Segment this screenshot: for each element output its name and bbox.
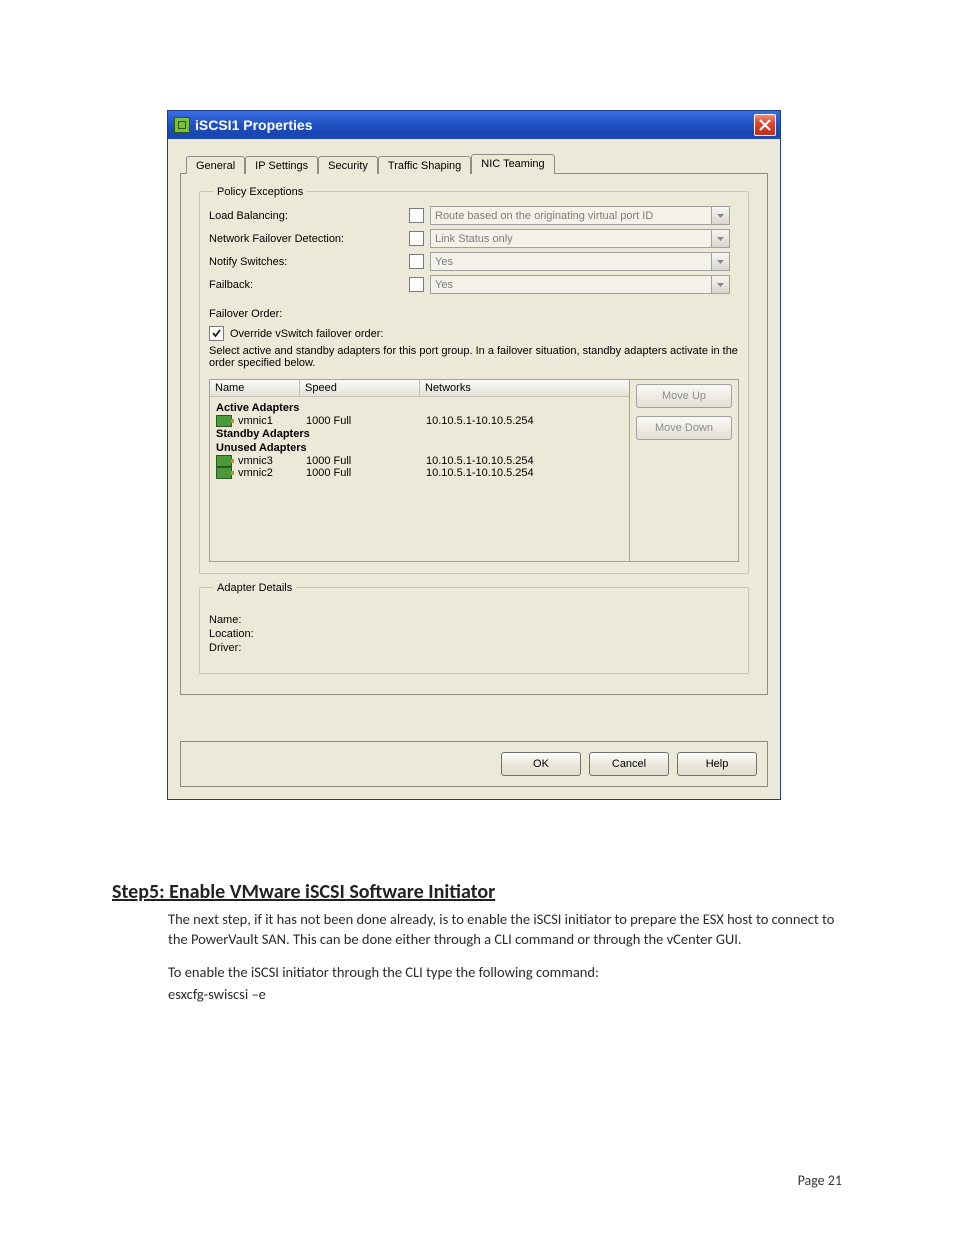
properties-dialog: iSCSI1 Properties General IP Settings Se… [167,110,781,800]
adapter-speed: 1000 Full [306,467,426,479]
tab-general[interactable]: General [186,156,245,174]
tab-nic-teaming[interactable]: NIC Teaming [471,154,554,174]
nic-icon [216,467,232,479]
page-number: Page 21 [798,1172,842,1189]
checkbox-failover-detection[interactable] [409,231,424,246]
doc-paragraph: To enable the iSCSI initiator through th… [112,963,842,983]
checkbox-notify-switches[interactable] [409,254,424,269]
group-adapter-details: Adapter Details Name: Location: Driver: [199,580,749,674]
tab-panel-nic-teaming: Policy Exceptions Load Balancing: Route … [180,173,768,695]
ok-button[interactable]: OK [501,752,581,776]
group-standby: Standby Adapters [210,427,629,441]
chevron-down-icon [711,207,729,224]
adapter-networks: 10.10.5.1-10.10.5.254 [426,455,629,467]
adapter-name: vmnic1 [238,415,306,427]
combo-failback[interactable]: Yes [430,275,730,294]
doc-heading: Step5: Enable VMware iSCSI Software Init… [112,880,842,904]
column-name[interactable]: Name [210,380,300,396]
label-failback: Failback: [209,279,409,291]
doc-command: esxcfg-swiscsi –e [112,985,842,1005]
group-policy-exceptions: Policy Exceptions Load Balancing: Route … [199,184,749,574]
combo-notify-switches-value: Yes [435,256,453,268]
adapter-speed: 1000 Full [306,415,426,427]
adapter-speed: 1000 Full [306,455,426,467]
combo-load-balancing-value: Route based on the originating virtual p… [435,210,653,222]
chevron-down-icon [711,230,729,247]
chevron-down-icon [711,253,729,270]
combo-notify-switches[interactable]: Yes [430,252,730,271]
checkbox-load-balancing[interactable] [409,208,424,223]
move-up-button[interactable]: Move Up [636,384,732,408]
tab-row: General IP Settings Security Traffic Sha… [186,153,768,173]
nic-icon [216,455,232,467]
adapter-list-body[interactable]: Active Adapters vmnic1 1000 Full 10.10.5… [210,397,629,561]
titlebar: iSCSI1 Properties [168,111,780,139]
adapter-networks: 10.10.5.1-10.10.5.254 [426,415,629,427]
move-down-button[interactable]: Move Down [636,416,732,440]
label-detail-location: Location: [209,628,289,640]
combo-failover-detection-value: Link Status only [435,233,513,245]
adapter-list-header: Name Speed Networks [210,380,629,397]
checkbox-failback[interactable] [409,277,424,292]
adapter-networks: 10.10.5.1-10.10.5.254 [426,467,629,479]
label-override: Override vSwitch failover order: [230,328,383,340]
document-body: Step5: Enable VMware iSCSI Software Init… [112,880,842,1004]
combo-failover-detection[interactable]: Link Status only [430,229,730,248]
label-load-balancing: Load Balancing: [209,210,409,222]
group-title-policy: Policy Exceptions [213,186,307,198]
column-networks[interactable]: Networks [420,380,629,396]
tab-ip-settings[interactable]: IP Settings [245,156,318,174]
adapter-row[interactable]: vmnic2 1000 Full 10.10.5.1-10.10.5.254 [210,467,629,479]
label-failover-detection: Network Failover Detection: [209,233,409,245]
adapter-row[interactable]: vmnic1 1000 Full 10.10.5.1-10.10.5.254 [210,415,629,427]
help-button[interactable]: Help [677,752,757,776]
checkbox-override[interactable] [209,326,224,341]
close-icon[interactable] [754,114,776,136]
cancel-button[interactable]: Cancel [589,752,669,776]
tab-security[interactable]: Security [318,156,378,174]
adapter-name: vmnic3 [238,455,306,467]
group-active: Active Adapters [210,401,629,415]
group-title-details: Adapter Details [213,582,296,594]
action-bar: OK Cancel Help [180,741,768,787]
label-detail-name: Name: [209,614,289,626]
window-title: iSCSI1 Properties [195,117,754,133]
label-failover-order: Failover Order: [209,308,739,320]
label-detail-driver: Driver: [209,642,289,654]
client-area: General IP Settings Security Traffic Sha… [168,139,780,799]
adapter-list: Name Speed Networks Active Adapters vmni… [209,379,739,562]
combo-load-balancing[interactable]: Route based on the originating virtual p… [430,206,730,225]
group-unused: Unused Adapters [210,441,629,455]
adapter-row[interactable]: vmnic3 1000 Full 10.10.5.1-10.10.5.254 [210,455,629,467]
chevron-down-icon [711,276,729,293]
failover-description: Select active and standby adapters for t… [209,345,739,369]
column-speed[interactable]: Speed [300,380,420,396]
nic-icon [216,415,232,427]
label-notify-switches: Notify Switches: [209,256,409,268]
combo-failback-value: Yes [435,279,453,291]
app-icon [174,117,190,133]
tab-traffic-shaping[interactable]: Traffic Shaping [378,156,471,174]
adapter-name: vmnic2 [238,467,306,479]
doc-paragraph: The next step, if it has not been done a… [112,910,842,949]
